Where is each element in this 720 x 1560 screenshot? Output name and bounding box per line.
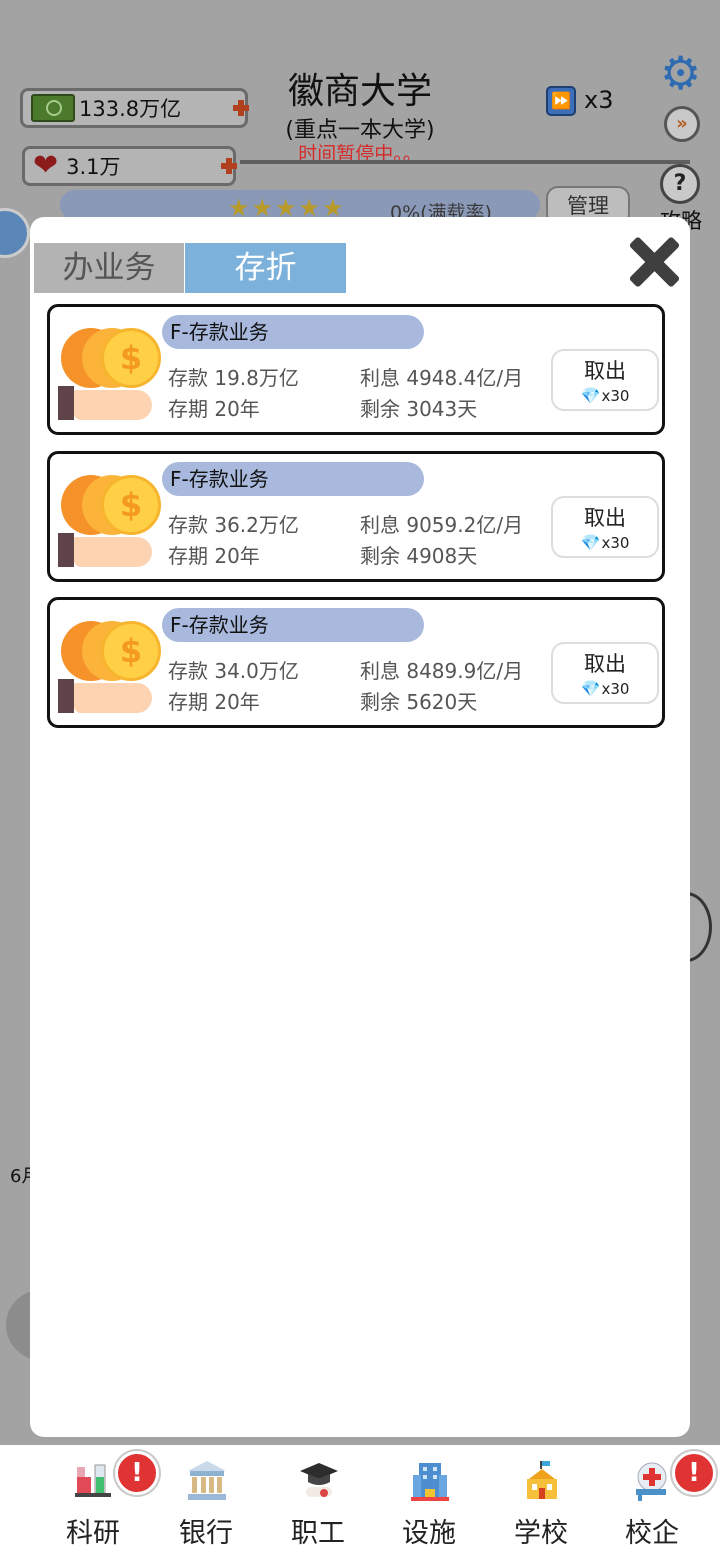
reputation-display[interactable]: ❤ 3.1万 xyxy=(22,146,237,186)
add-money-icon[interactable] xyxy=(233,100,249,116)
withdraw-button[interactable]: 取出 💎x30 xyxy=(551,496,659,558)
medical-icon xyxy=(636,1462,667,1501)
diamond-icon: 💎 xyxy=(580,386,601,405)
bottom-nav: 科研 ! 银行 职工 设施 学校 校企 ! xyxy=(0,1445,720,1560)
tab-passbook[interactable]: 存折 xyxy=(185,243,346,293)
alert-badge-enterprise: ! xyxy=(672,1451,716,1495)
fast-forward-icon[interactable]: » xyxy=(664,106,700,142)
nav-item-research[interactable]: 科研 ! xyxy=(37,1445,159,1560)
deposit-amount: 存款 36.2万亿 xyxy=(168,513,299,537)
nav-item-facilities[interactable]: 设施 xyxy=(373,1445,485,1560)
deposit-term: 存期 20年 xyxy=(168,544,260,568)
speed-label: x3 xyxy=(584,86,614,114)
reputation-value: 3.1万 xyxy=(66,155,121,179)
deposit-amount: 存款 34.0万亿 xyxy=(168,659,299,683)
money-icon xyxy=(31,94,75,122)
nav-label-facilities: 设施 xyxy=(402,1518,456,1549)
add-reputation-icon[interactable] xyxy=(221,158,237,174)
deposit-remaining: 剩余 5620天 xyxy=(360,690,478,714)
withdraw-cost: x30 xyxy=(601,534,630,552)
withdraw-button[interactable]: 取出 💎x30 xyxy=(551,349,659,411)
heart-icon: ❤ xyxy=(33,148,59,183)
withdraw-label: 取出 xyxy=(584,652,626,676)
nav-label-bank: 银行 xyxy=(179,1518,233,1549)
withdraw-cost: x30 xyxy=(601,387,630,405)
diamond-icon: 💎 xyxy=(580,533,601,552)
money-value: 133.8万亿 xyxy=(79,97,182,121)
school-icon xyxy=(527,1461,557,1499)
nav-label-research: 科研 xyxy=(66,1518,120,1549)
bank-icon xyxy=(188,1461,226,1500)
deposit-card: $ F-存款业务 存款 34.0万亿 利息 8489.9亿/月 存期 20年 剩… xyxy=(47,597,665,728)
close-icon[interactable] xyxy=(628,236,680,288)
withdraw-label: 取出 xyxy=(584,506,626,530)
nav-item-staff[interactable]: 职工 xyxy=(262,1445,374,1560)
withdraw-label: 取出 xyxy=(584,359,626,383)
deposit-interest: 利息 9059.2亿/月 xyxy=(360,513,524,537)
deposit-term: 存期 20年 xyxy=(168,690,260,714)
withdraw-button[interactable]: 取出 💎x30 xyxy=(551,642,659,704)
deposit-remaining: 剩余 3043天 xyxy=(360,397,478,421)
deposit-amount: 存款 19.8万亿 xyxy=(168,366,299,390)
deposit-card: $ F-存款业务 存款 36.2万亿 利息 9059.2亿/月 存期 20年 剩… xyxy=(47,451,665,582)
coin-hand-icon: $ xyxy=(55,324,161,424)
coin-hand-icon: $ xyxy=(55,471,161,571)
deposit-type-label: F-存款业务 xyxy=(162,315,424,349)
deposit-remaining: 剩余 4908天 xyxy=(360,544,478,568)
flask-icon xyxy=(75,1464,111,1497)
tab-business[interactable]: 办业务 xyxy=(34,243,184,293)
coin-hand-icon: $ xyxy=(55,617,161,717)
divider xyxy=(240,160,690,164)
deposit-type-label: F-存款业务 xyxy=(162,462,424,496)
speed-icon[interactable]: ⏩ xyxy=(546,86,576,116)
nav-label-school: 学校 xyxy=(514,1518,568,1549)
deposit-term: 存期 20年 xyxy=(168,397,260,421)
nav-item-enterprise[interactable]: 校企 ! xyxy=(596,1445,716,1560)
nav-label-enterprise: 校企 xyxy=(625,1518,679,1549)
deposit-interest: 利息 4948.4亿/月 xyxy=(360,366,524,390)
building-icon xyxy=(411,1463,449,1501)
graduation-cap-icon xyxy=(300,1463,338,1497)
gear-icon[interactable]: ⚙ xyxy=(660,50,701,96)
nav-label-staff: 职工 xyxy=(291,1518,345,1549)
withdraw-cost: x30 xyxy=(601,680,630,698)
nav-item-school[interactable]: 学校 xyxy=(485,1445,597,1560)
nav-item-bank[interactable]: 银行 xyxy=(150,1445,262,1560)
deposit-card: $ F-存款业务 存款 19.8万亿 利息 4948.4亿/月 存期 20年 剩… xyxy=(47,304,665,435)
diamond-icon: 💎 xyxy=(580,679,601,698)
deposit-interest: 利息 8489.9亿/月 xyxy=(360,659,524,683)
money-display[interactable]: 133.8万亿 xyxy=(20,88,249,128)
help-icon[interactable]: ? xyxy=(660,164,700,204)
deposit-type-label: F-存款业务 xyxy=(162,608,424,642)
